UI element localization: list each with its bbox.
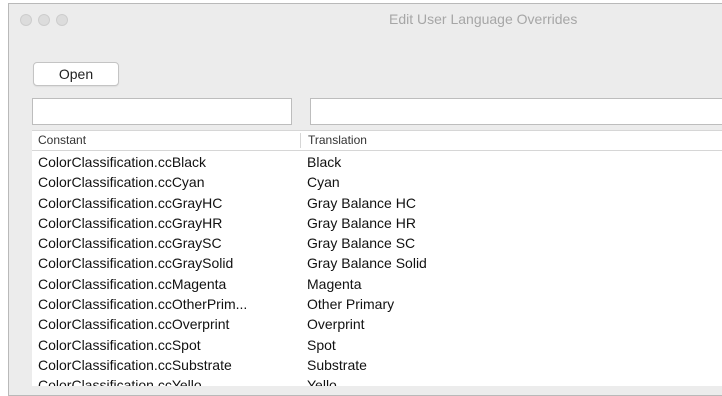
translation-cell[interactable]: Cyan xyxy=(307,174,340,190)
window-title: Edit User Language Overrides xyxy=(389,11,578,27)
constant-cell: ColorClassification.ccOverprint xyxy=(38,316,230,333)
constant-cell: ColorClassification.ccGrayHC xyxy=(38,194,223,211)
table-header: Constant Translation xyxy=(32,131,722,151)
column-header-translation[interactable]: Translation xyxy=(308,133,367,147)
translation-cell[interactable]: Gray Balance SC xyxy=(307,235,415,251)
translation-cell[interactable]: Black xyxy=(307,154,341,170)
bottom-bar xyxy=(32,386,722,395)
table-row[interactable]: ColorClassification.ccSubstrate Substrate xyxy=(32,356,722,376)
column-divider[interactable] xyxy=(300,133,301,148)
constant-cell: ColorClassification.ccSubstrate xyxy=(38,356,232,373)
table-row[interactable]: ColorClassification.ccCyan Cyan xyxy=(32,173,722,193)
translation-cell[interactable]: Gray Balance HR xyxy=(307,215,416,231)
translation-filter-input[interactable] xyxy=(310,98,722,125)
translation-cell[interactable]: Gray Balance Solid xyxy=(307,255,427,271)
editor-window: Edit User Language Overrides Open Consta… xyxy=(8,3,722,396)
table-row[interactable]: ColorClassification.ccMagenta Magenta xyxy=(32,275,722,295)
column-header-constant[interactable]: Constant xyxy=(38,133,86,147)
title-bar[interactable]: Edit User Language Overrides xyxy=(9,4,722,36)
constant-cell: ColorClassification.ccBlack xyxy=(38,154,207,170)
close-window-icon[interactable] xyxy=(20,14,32,26)
table-row[interactable]: ColorClassification.ccGraySC Gray Balance… xyxy=(32,234,722,254)
table-row[interactable]: ColorClassification.ccGraySolid Gray Bala… xyxy=(32,254,722,274)
overrides-table[interactable]: Constant Translation ColorClassification… xyxy=(32,130,722,387)
table-row[interactable]: ColorClassification.ccBlack Black xyxy=(32,153,722,173)
constant-cell: ColorClassification.ccMagenta xyxy=(38,275,227,292)
constant-cell: ColorClassification.ccGraySC xyxy=(38,235,222,252)
table-row[interactable]: ColorClassification.ccGrayHR Gray Balance… xyxy=(32,214,722,234)
table-row[interactable]: ColorClassification.ccSpot Spot xyxy=(32,336,722,356)
translation-cell[interactable]: Other Primary xyxy=(307,296,394,312)
constant-cell: ColorClassification.ccGraySolid xyxy=(38,255,234,272)
table-row[interactable]: ColorClassification.ccGrayHC Gray Balance… xyxy=(32,194,722,214)
zoom-window-icon[interactable] xyxy=(56,14,68,26)
constant-cell: ColorClassification.ccSpot xyxy=(38,336,201,353)
constant-cell: ColorClassification.ccGrayHR xyxy=(38,214,223,231)
constant-cell: ColorClassification.ccOtherPrim... xyxy=(38,296,248,313)
translation-cell[interactable]: Gray Balance HC xyxy=(307,195,416,211)
constant-filter-input[interactable] xyxy=(32,98,292,125)
table-body: ColorClassification.ccBlack Black ColorCl… xyxy=(32,153,722,387)
constant-cell: ColorClassification.ccCyan xyxy=(38,174,205,191)
minimize-window-icon[interactable] xyxy=(38,14,50,26)
translation-cell[interactable]: Spot xyxy=(307,337,336,353)
translation-cell[interactable]: Overprint xyxy=(307,316,365,332)
table-row[interactable]: ColorClassification.ccOtherPrim... Other … xyxy=(32,295,722,315)
table-row[interactable]: ColorClassification.ccOverprint Overprint xyxy=(32,315,722,335)
translation-cell[interactable]: Magenta xyxy=(307,276,361,292)
open-button[interactable]: Open xyxy=(33,62,119,86)
translation-cell[interactable]: Substrate xyxy=(307,357,367,373)
